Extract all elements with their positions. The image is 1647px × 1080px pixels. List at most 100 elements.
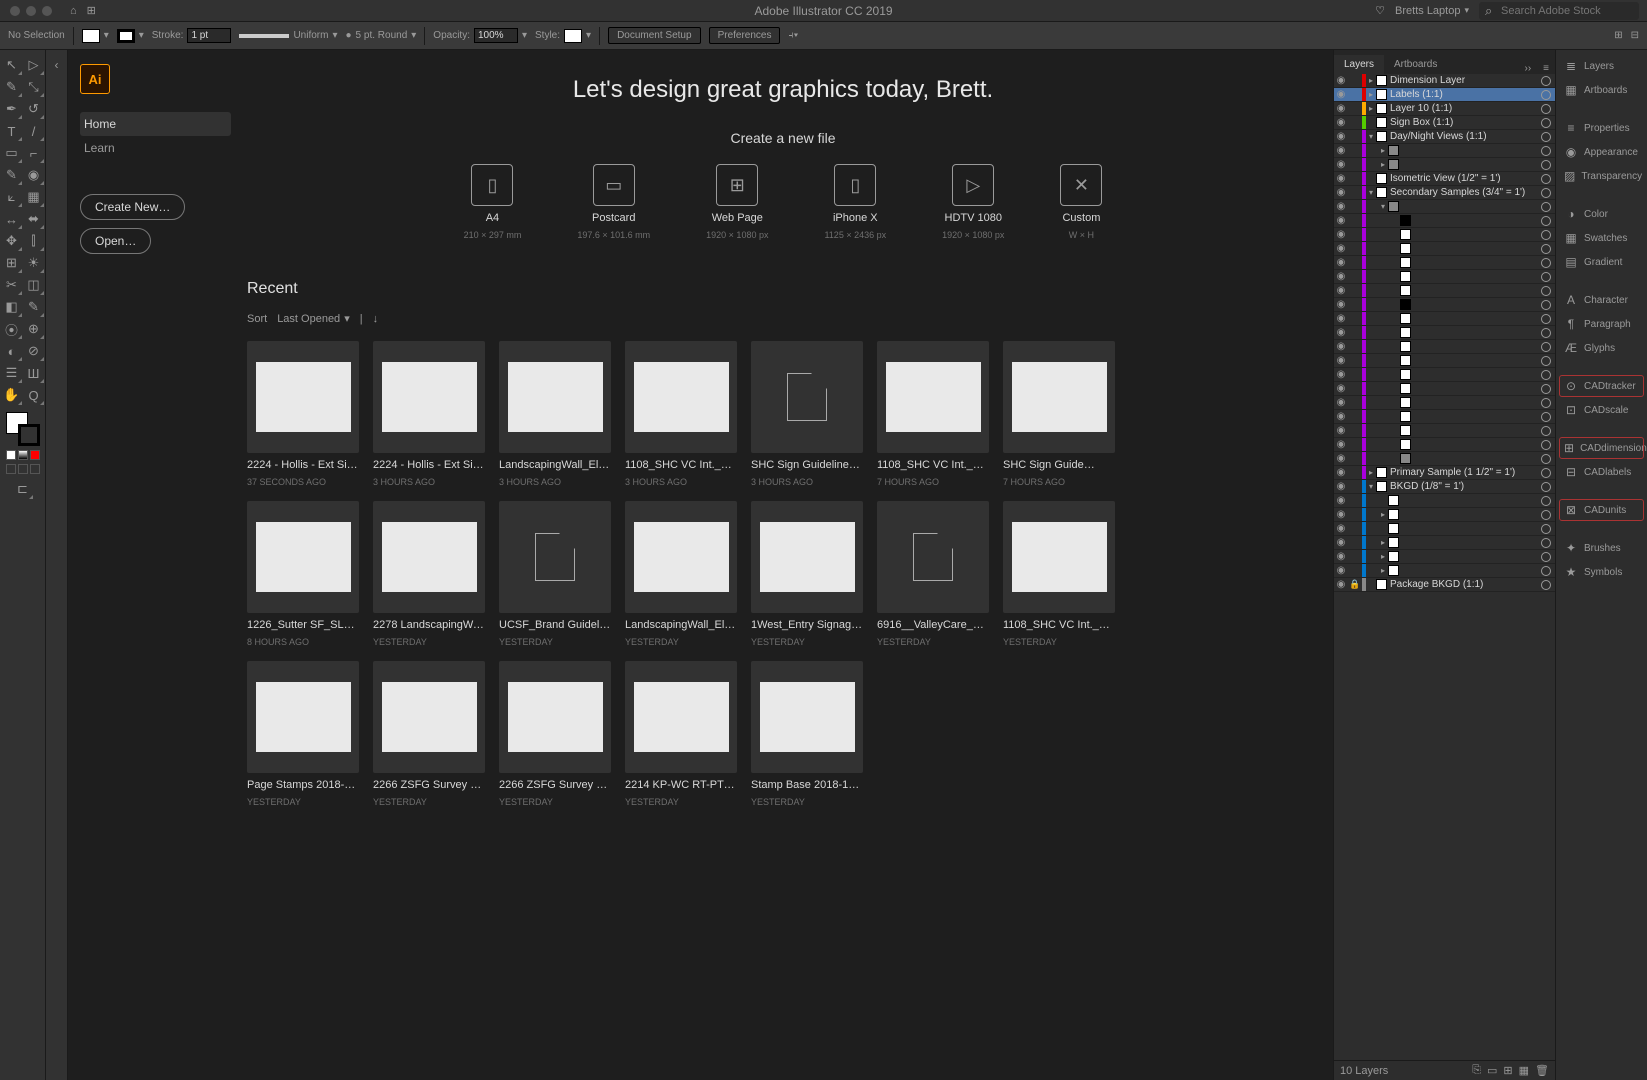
layer-thumbnail[interactable]	[1400, 271, 1411, 282]
recent-file[interactable]: 2266 ZSFG Survey Pages 2018…YESTERDAY	[499, 661, 611, 807]
layer-thumbnail[interactable]	[1400, 299, 1411, 310]
layer-name[interactable]: Layer 10 (1:1)	[1390, 103, 1537, 114]
recent-file[interactable]: 1West_Entry Signage Mockup…YESTERDAY	[751, 501, 863, 647]
disclosure-icon[interactable]: ▸	[1378, 146, 1388, 155]
align-icon[interactable]: ⫞▾	[788, 30, 798, 41]
target-icon[interactable]	[1541, 146, 1551, 156]
draw-mode-row[interactable]	[6, 464, 40, 474]
panel-caddimensions[interactable]: ⊞CADdimensions	[1560, 438, 1643, 458]
target-icon[interactable]	[1541, 510, 1551, 520]
target-icon[interactable]	[1541, 454, 1551, 464]
tool-◧[interactable]: ◧	[1, 296, 23, 318]
layer-thumbnail[interactable]	[1400, 243, 1411, 254]
recent-file[interactable]: UCSF_Brand Guidelines_3.2_…YESTERDAY	[499, 501, 611, 647]
visibility-icon[interactable]: ◉	[1334, 145, 1348, 156]
preset-iphone-x[interactable]: ▯iPhone X1125 × 2436 px	[824, 164, 886, 240]
tool-◐[interactable]: ◐	[1, 340, 23, 362]
visibility-icon[interactable]: ◉	[1334, 201, 1348, 212]
layer-row[interactable]: ◉	[1334, 410, 1555, 424]
target-icon[interactable]	[1541, 230, 1551, 240]
target-icon[interactable]	[1541, 566, 1551, 576]
tool-◉[interactable]: ◉	[23, 164, 45, 186]
layer-thumbnail[interactable]	[1400, 397, 1411, 408]
layer-name[interactable]: Package BKGD (1:1)	[1390, 579, 1537, 590]
layer-row[interactable]: ◉	[1334, 256, 1555, 270]
layer-row[interactable]: ◉	[1334, 340, 1555, 354]
arrange-docs-icon[interactable]: ⊞	[77, 4, 96, 17]
visibility-icon[interactable]: ◉	[1334, 215, 1348, 226]
preset-postcard[interactable]: ▭Postcard197.6 × 101.6 mm	[577, 164, 650, 240]
preset-custom[interactable]: ✕CustomW × H	[1060, 164, 1102, 240]
target-icon[interactable]	[1541, 398, 1551, 408]
recent-file[interactable]: 1108_SHC VC Int._Photo Rend…7 HOURS AGO	[877, 341, 989, 487]
tool-▦[interactable]: ▦	[23, 186, 45, 208]
layer-row[interactable]: ◉▾Secondary Samples (3/4" = 1')	[1334, 186, 1555, 200]
panel-cadunits[interactable]: ⊠CADunits	[1560, 500, 1643, 520]
target-icon[interactable]	[1541, 202, 1551, 212]
recent-file[interactable]: 2266 ZSFG Survey Pages 2018…YESTERDAY	[373, 661, 485, 807]
preset-hdtv-1080[interactable]: ▷HDTV 10801920 × 1080 px	[942, 164, 1004, 240]
panel-layers[interactable]: ≣Layers	[1560, 56, 1643, 76]
tab-layers[interactable]: Layers	[1334, 55, 1384, 74]
fill-swatch[interactable]: ▾	[82, 29, 109, 43]
disclosure-icon[interactable]: ▾	[1366, 188, 1376, 197]
open--button[interactable]: Open…	[80, 228, 151, 254]
lock-icon[interactable]: 🔒	[1348, 579, 1362, 590]
tab-artboards[interactable]: Artboards	[1384, 55, 1447, 74]
tool-✋[interactable]: ✋	[1, 384, 23, 406]
target-icon[interactable]	[1541, 272, 1551, 282]
panel-collapse-icon[interactable]: ››	[1518, 63, 1537, 74]
tool-☰[interactable]: ☰	[1, 362, 23, 384]
layer-thumbnail[interactable]	[1400, 425, 1411, 436]
target-icon[interactable]	[1541, 286, 1551, 296]
layer-row[interactable]: ◉🔒Package BKGD (1:1)	[1334, 578, 1555, 592]
layer-row[interactable]: ◉▸Primary Sample (1 1/2" = 1')	[1334, 466, 1555, 480]
disclosure-icon[interactable]: ▸	[1378, 538, 1388, 547]
opacity-input[interactable]	[474, 28, 518, 43]
layer-thumbnail[interactable]	[1376, 103, 1387, 114]
visibility-icon[interactable]: ◉	[1334, 117, 1348, 128]
layer-name[interactable]: BKGD (1/8" = 1')	[1390, 481, 1537, 492]
layer-row[interactable]: ◉	[1334, 522, 1555, 536]
visibility-icon[interactable]: ◉	[1334, 425, 1348, 436]
layer-row[interactable]: ◉▸	[1334, 550, 1555, 564]
layer-row[interactable]: ◉	[1334, 452, 1555, 466]
tool-⊕[interactable]: ⊕	[23, 318, 45, 340]
visibility-icon[interactable]: ◉	[1334, 327, 1348, 338]
layer-thumbnail[interactable]	[1388, 145, 1399, 156]
clip-mask-icon[interactable]: ▭	[1487, 1064, 1497, 1077]
target-icon[interactable]	[1541, 300, 1551, 310]
recent-file[interactable]: 1226_Sutter SF_SLP_ID & Cod…8 HOURS AGO	[247, 501, 359, 647]
target-icon[interactable]	[1541, 314, 1551, 324]
layer-thumbnail[interactable]	[1388, 523, 1399, 534]
target-icon[interactable]	[1541, 160, 1551, 170]
visibility-icon[interactable]: ◉	[1334, 355, 1348, 366]
disclosure-icon[interactable]: ▾	[1378, 202, 1388, 211]
visibility-icon[interactable]: ◉	[1334, 159, 1348, 170]
tool-▷[interactable]: ▷	[23, 54, 45, 76]
visibility-icon[interactable]: ◉	[1334, 467, 1348, 478]
layer-row[interactable]: ◉	[1334, 438, 1555, 452]
target-icon[interactable]	[1541, 426, 1551, 436]
target-icon[interactable]	[1541, 384, 1551, 394]
layer-thumbnail[interactable]	[1376, 173, 1387, 184]
layer-row[interactable]: ◉Isometric View (1/2" = 1')	[1334, 172, 1555, 186]
visibility-icon[interactable]: ◉	[1334, 257, 1348, 268]
disclosure-icon[interactable]: ▸	[1366, 468, 1376, 477]
nav-home[interactable]: Home	[80, 112, 231, 136]
tool-↺[interactable]: ↺	[23, 98, 45, 120]
target-icon[interactable]	[1541, 132, 1551, 142]
tool-✒[interactable]: ✒	[1, 98, 23, 120]
layer-row[interactable]: ◉▸	[1334, 144, 1555, 158]
tool-Ш[interactable]: Ш	[23, 362, 45, 384]
layer-row[interactable]: ◉▸	[1334, 158, 1555, 172]
layer-row[interactable]: ◉▸	[1334, 536, 1555, 550]
layer-thumbnail[interactable]	[1376, 579, 1387, 590]
disclosure-icon[interactable]: ▸	[1378, 160, 1388, 169]
target-icon[interactable]	[1541, 342, 1551, 352]
visibility-icon[interactable]: ◉	[1334, 411, 1348, 422]
layer-thumbnail[interactable]	[1388, 509, 1399, 520]
visibility-icon[interactable]: ◉	[1334, 285, 1348, 296]
layer-name[interactable]: Labels (1:1)	[1390, 89, 1537, 100]
layer-row[interactable]: ◉	[1334, 298, 1555, 312]
